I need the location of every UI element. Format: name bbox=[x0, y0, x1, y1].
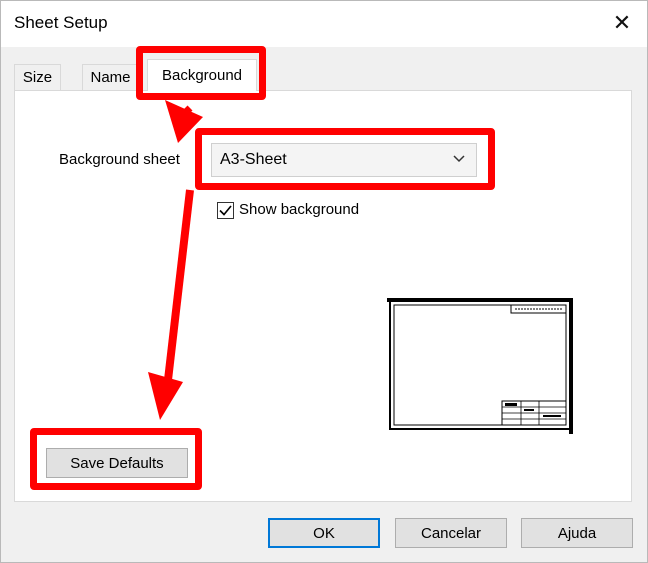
title-bar: Sheet Setup ✕ bbox=[1, 1, 647, 47]
ok-button[interactable]: OK bbox=[268, 518, 380, 548]
background-sheet-label: Background sheet bbox=[59, 151, 180, 168]
checkmark-icon bbox=[219, 205, 232, 216]
show-background-checkbox[interactable] bbox=[217, 202, 234, 219]
help-button[interactable]: Ajuda bbox=[521, 518, 633, 548]
tab-size-label: Size bbox=[22, 69, 53, 86]
dialog-title: Sheet Setup bbox=[14, 13, 108, 32]
tab-size[interactable]: Size bbox=[14, 64, 61, 90]
chevron-down-icon bbox=[453, 155, 465, 163]
sheet-preview-thumbnail bbox=[387, 298, 573, 434]
cancel-label: Cancelar bbox=[420, 524, 482, 542]
cancel-button[interactable]: Cancelar bbox=[395, 518, 507, 548]
sheet-setup-dialog: Sheet Setup ✕ Size Name Background Backg… bbox=[0, 0, 648, 563]
tab-name[interactable]: Name bbox=[82, 64, 139, 90]
save-defaults-label: Save Defaults bbox=[70, 454, 164, 472]
tab-name-label: Name bbox=[90, 69, 131, 86]
background-sheet-select[interactable]: A3-Sheet bbox=[211, 143, 477, 177]
save-defaults-button[interactable]: Save Defaults bbox=[46, 448, 188, 478]
tab-background[interactable]: Background bbox=[147, 59, 257, 91]
show-background-label: Show background bbox=[239, 201, 360, 218]
close-icon[interactable]: ✕ bbox=[599, 5, 645, 41]
tab-background-label: Background bbox=[161, 67, 243, 84]
help-label: Ajuda bbox=[557, 524, 597, 542]
background-sheet-value: A3-Sheet bbox=[220, 151, 287, 168]
ok-label: OK bbox=[313, 524, 335, 542]
